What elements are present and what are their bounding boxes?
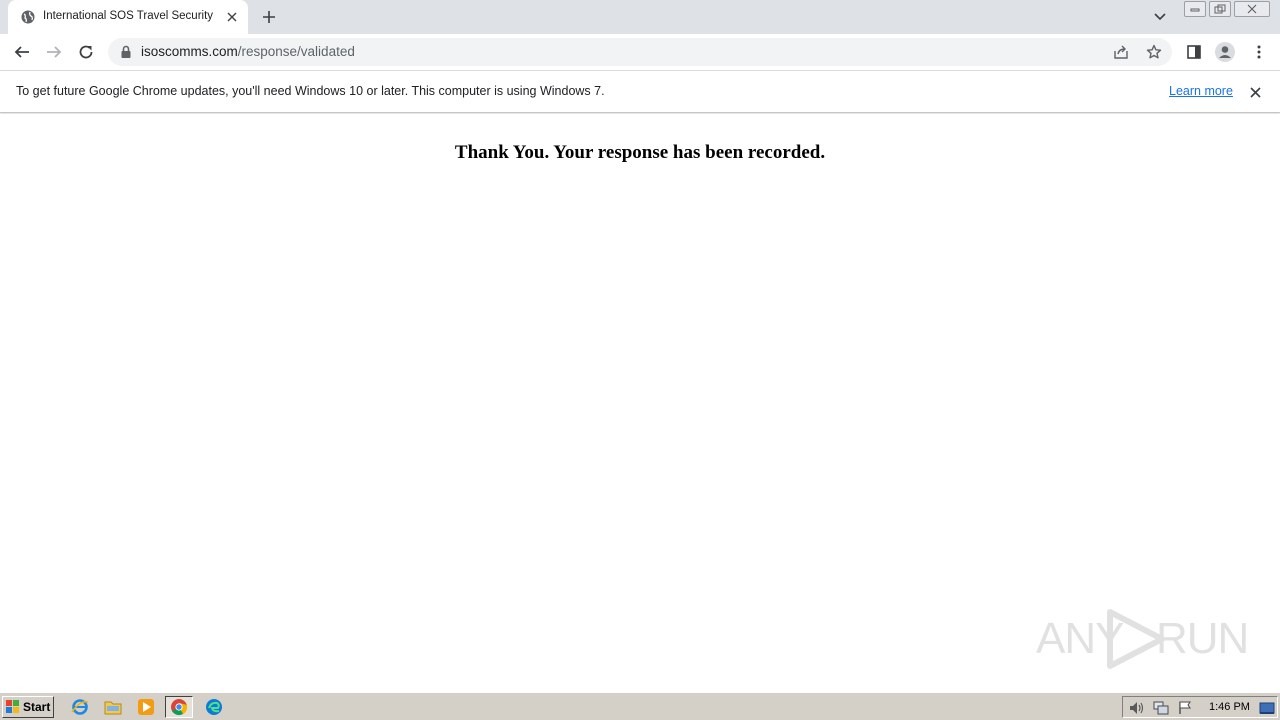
tab-strip: International SOS Travel Security [0, 0, 1280, 34]
back-button[interactable] [10, 40, 34, 64]
browser-toolbar: isoscomms.com/response/validated [0, 34, 1280, 71]
edge-icon[interactable] [200, 696, 228, 718]
chrome-icon[interactable] [165, 696, 193, 718]
close-tab-icon[interactable] [224, 9, 240, 25]
learn-more-link[interactable]: Learn more [1169, 84, 1233, 98]
start-button[interactable]: Start [2, 696, 54, 718]
system-tray: 1:46 PM [1122, 696, 1278, 718]
anyrun-watermark: ANY RUN [1036, 606, 1249, 676]
volume-icon[interactable] [1129, 700, 1145, 716]
share-icon[interactable] [1112, 43, 1130, 61]
page-content: Thank You. Your response has been record… [0, 114, 1280, 692]
forward-button[interactable] [42, 40, 66, 64]
restore-button[interactable] [1209, 1, 1231, 17]
reload-button[interactable] [74, 40, 98, 64]
active-tab[interactable]: International SOS Travel Security [8, 0, 248, 34]
minimize-button[interactable] [1184, 1, 1206, 17]
close-infobar-icon[interactable] [1247, 84, 1263, 100]
action-center-flag-icon[interactable] [1177, 700, 1193, 716]
menu-kebab-icon[interactable] [1247, 40, 1271, 64]
media-player-icon[interactable] [132, 696, 160, 718]
confirmation-message: Thank You. Your response has been record… [454, 142, 826, 163]
lock-icon[interactable] [120, 45, 132, 59]
address-bar[interactable]: isoscomms.com/response/validated [108, 38, 1172, 66]
windows-taskbar: Start 1:46 PM [0, 692, 1280, 720]
side-panel-icon[interactable] [1182, 40, 1206, 64]
update-infobar: To get future Google Chrome updates, you… [0, 71, 1280, 113]
watermark-right-text: RUN [1156, 614, 1249, 663]
show-desktop-icon[interactable] [1259, 700, 1275, 716]
network-icon[interactable] [1153, 700, 1169, 716]
start-label: Start [23, 700, 51, 714]
bookmark-star-icon[interactable] [1145, 43, 1163, 61]
tab-search-chevron-icon[interactable] [1150, 7, 1170, 27]
url-path: /response/validated [237, 44, 355, 59]
windows-logo-icon [6, 700, 19, 713]
new-tab-button[interactable] [258, 6, 280, 28]
url-text[interactable]: isoscomms.com/response/validated [141, 44, 355, 59]
url-domain: isoscomms.com [141, 44, 238, 59]
infobar-message: To get future Google Chrome updates, you… [16, 84, 605, 98]
profile-avatar-icon[interactable] [1213, 40, 1237, 64]
taskbar-clock[interactable]: 1:46 PM [1209, 701, 1250, 713]
internet-explorer-icon[interactable] [66, 696, 94, 718]
close-window-button[interactable] [1234, 1, 1270, 17]
globe-icon [21, 10, 35, 24]
tab-title: International SOS Travel Security [43, 10, 214, 22]
folder-icon[interactable] [99, 696, 127, 718]
